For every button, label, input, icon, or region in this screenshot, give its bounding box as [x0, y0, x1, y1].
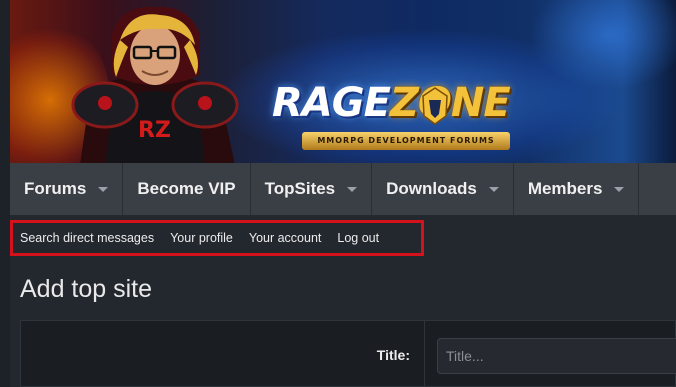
nav-tab-label: Downloads [386, 179, 477, 198]
log-out-link[interactable]: Log out [337, 231, 379, 245]
chevron-down-icon[interactable] [98, 186, 109, 192]
nav-tab-label: Members [527, 179, 603, 198]
logo-subtitle: MMORPG DEVELOPMENT FORUMS [302, 132, 510, 150]
chevron-down-icon[interactable] [614, 186, 625, 192]
ragezone-logo: RAGEZONE MMORPG DEVELOPMENT FORUMS [272, 80, 572, 150]
nav-tab-label: TopSites [264, 179, 336, 198]
title-input[interactable] [437, 338, 676, 374]
chevron-down-icon[interactable] [488, 186, 499, 192]
nav-tab-downloads[interactable]: Downloads [372, 163, 514, 215]
nav-tab-members[interactable]: Members [514, 163, 640, 215]
main-navigation: Forums Become VIP TopSites Downloads Mem… [10, 163, 676, 215]
svg-text:RZ: RZ [138, 118, 171, 143]
site-banner[interactable]: RZ RAGEZONE MMORPG DEVELOPMENT FORUMS [10, 0, 676, 163]
nav-tab-become-vip[interactable]: Become VIP [123, 163, 251, 215]
nav-tab-label: Forums [24, 179, 87, 198]
nav-tab-topsites[interactable]: TopSites [251, 163, 373, 215]
helmet-emblem-icon [422, 87, 448, 125]
page-frame: RZ RAGEZONE MMORPG DEVELOPMENT FORUMS Fo… [10, 0, 676, 387]
add-top-site-form: Title: [20, 320, 676, 387]
search-direct-messages-link[interactable]: Search direct messages [20, 231, 154, 245]
your-profile-link[interactable]: Your profile [170, 231, 233, 245]
nav-tab-label: Become VIP [137, 179, 236, 198]
nav-tab-forums[interactable]: Forums [10, 163, 124, 215]
account-subnav: Search direct messages Your profile Your… [10, 220, 424, 256]
hero-mascot-illustration: RZ [71, 6, 239, 163]
logo-part-rage: RAGE [272, 80, 391, 126]
chevron-down-icon[interactable] [347, 186, 358, 192]
logo-wordmark: RAGEZONE [272, 80, 511, 126]
title-field-label: Title: [376, 347, 410, 363]
your-account-link[interactable]: Your account [249, 231, 322, 245]
form-label-column: Title: [21, 321, 425, 387]
page-title: Add top site [20, 275, 153, 303]
